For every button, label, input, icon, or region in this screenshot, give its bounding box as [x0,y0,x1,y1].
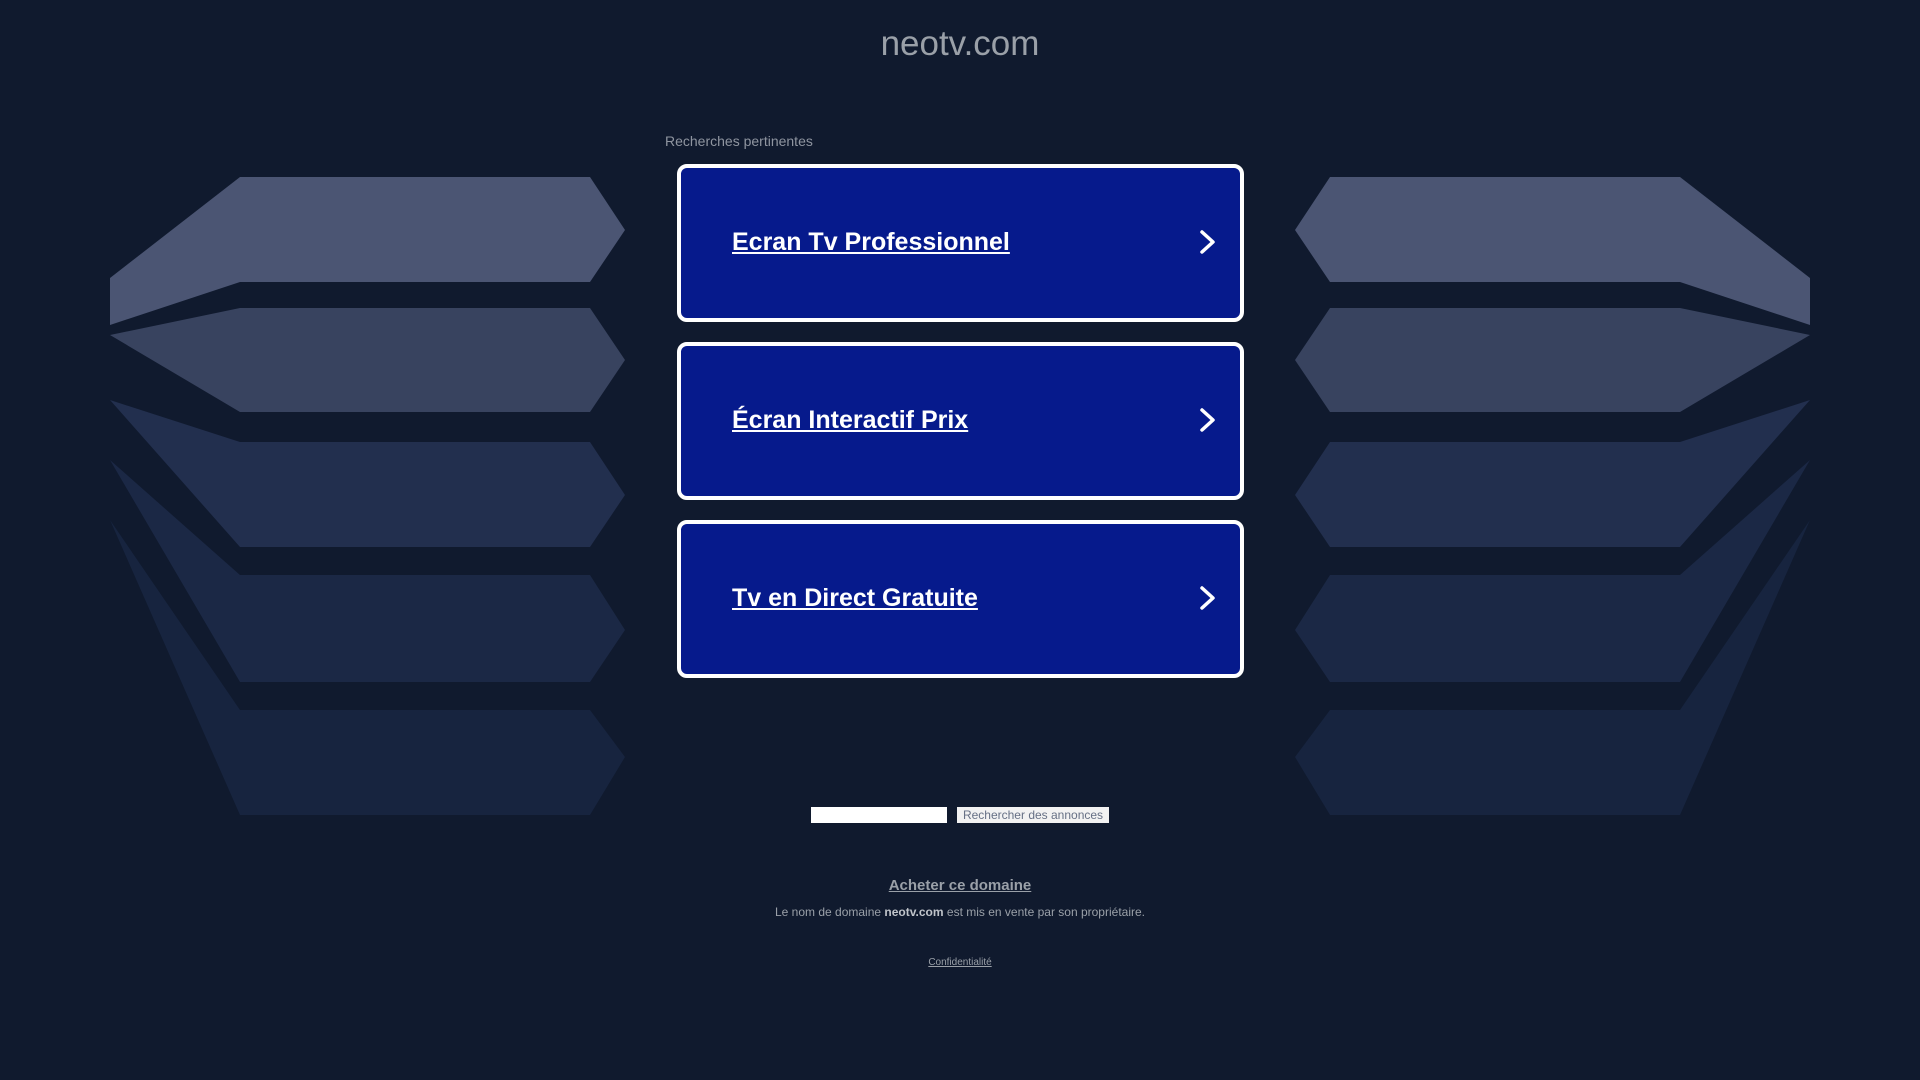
sale-notice-suffix: est mis en vente par son propriétaire. [946,905,1145,919]
related-search-link[interactable]: Ecran Tv Professionnel [732,227,1010,257]
chevron-right-icon [1200,230,1215,254]
related-searches-list: Ecran Tv Professionnel Écran Interactif … [677,164,1244,698]
decor-band-left-1 [110,177,625,325]
related-search-link[interactable]: Tv en Direct Gratuite [732,583,978,613]
parked-domain-page: neotv.com Recherches pertinentes Ecran T… [0,0,1920,1080]
chevron-right-icon [1200,586,1215,610]
related-search-card[interactable]: Tv en Direct Gratuite [677,520,1244,678]
decor-band-left-3 [110,400,625,547]
ad-search-bar: Rechercher des annonces [0,807,1920,823]
related-search-card[interactable]: Écran Interactif Prix [677,342,1244,500]
chevron-right-icon [1200,408,1215,432]
page-title: neotv.com [880,24,1040,63]
related-search-card[interactable]: Ecran Tv Professionnel [677,164,1244,322]
related-searches-label: Recherches pertinentes [665,133,813,149]
buy-domain-link[interactable]: Acheter ce domaine [0,877,1920,894]
decor-band-left-2 [110,308,625,412]
decor-band-right-1 [1295,177,1810,325]
sale-notice-prefix: Le nom de domaine [775,905,882,919]
domain-sale-notice: Le nom de domaine neotv.com est mis en v… [0,905,1920,919]
search-ads-button[interactable]: Rechercher des annonces [956,807,1110,823]
privacy-link[interactable]: Confidentialité [0,957,1920,968]
sale-notice-domain: neotv.com [884,905,944,919]
search-input[interactable] [810,807,947,823]
decor-band-right-2 [1295,308,1810,412]
decor-band-right-3 [1295,400,1810,547]
related-search-link[interactable]: Écran Interactif Prix [732,405,968,435]
